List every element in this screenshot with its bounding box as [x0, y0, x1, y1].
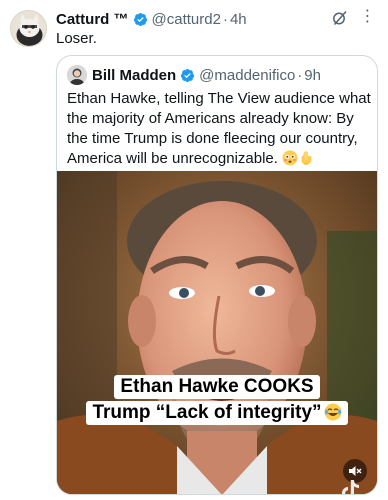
caption-line-2-wrap: Trump “Lack of integrity” [86, 401, 348, 425]
video-player[interactable]: Ethan Hawke COOKS Trump “Lack of integri… [57, 171, 377, 494]
more-options-icon[interactable]: ⋮ [358, 9, 376, 27]
quoted-tweet-text: Ethan Hawke, telling The View audience w… [67, 90, 371, 167]
speaker-muted-icon [349, 466, 362, 476]
quoted-tweet-text-block: Ethan Hawke, telling The View audience w… [67, 89, 372, 169]
quoted-author-avatar [67, 65, 87, 85]
author-name[interactable]: Catturd ™ [56, 11, 129, 28]
header-separator: · [222, 10, 228, 28]
verified-badge-icon [133, 12, 148, 27]
laughing-crying-face-icon [324, 403, 342, 421]
pointing-down-icon [298, 150, 314, 166]
tweet-timestamp[interactable]: 4h [230, 11, 247, 28]
author-handle[interactable]: @catturd2 [152, 11, 221, 28]
quoted-tweet-timestamp: 9h [304, 66, 321, 84]
quoted-tweet[interactable]: Bill Madden @maddenifico · 9h Ethan Hawk… [56, 55, 378, 495]
quoted-tweet-header: Bill Madden @maddenifico · 9h [67, 65, 367, 85]
author-avatar[interactable] [10, 10, 47, 47]
caption-line-2: Trump “Lack of integrity” [92, 402, 322, 423]
quoted-author-name: Bill Madden [92, 66, 177, 84]
quoted-header-separator: · [297, 66, 303, 84]
grok-icon[interactable] [332, 10, 348, 26]
quoted-author-handle: @maddenifico [199, 66, 296, 84]
flushed-face-icon [282, 150, 298, 166]
tweet[interactable]: Catturd ™ @catturd2 · 4h ⋮ Loser. Bill M… [0, 0, 388, 500]
tiktok-logo-icon [341, 479, 361, 494]
video-caption: Ethan Hawke COOKS Trump “Lack of integri… [57, 375, 377, 427]
tweet-header: Catturd ™ @catturd2 · 4h ⋮ [56, 9, 378, 29]
quoted-verified-badge-icon [180, 68, 195, 83]
caption-line-1: Ethan Hawke COOKS [114, 375, 320, 399]
video-frame [57, 171, 377, 494]
tweet-text: Loser. [56, 30, 97, 47]
